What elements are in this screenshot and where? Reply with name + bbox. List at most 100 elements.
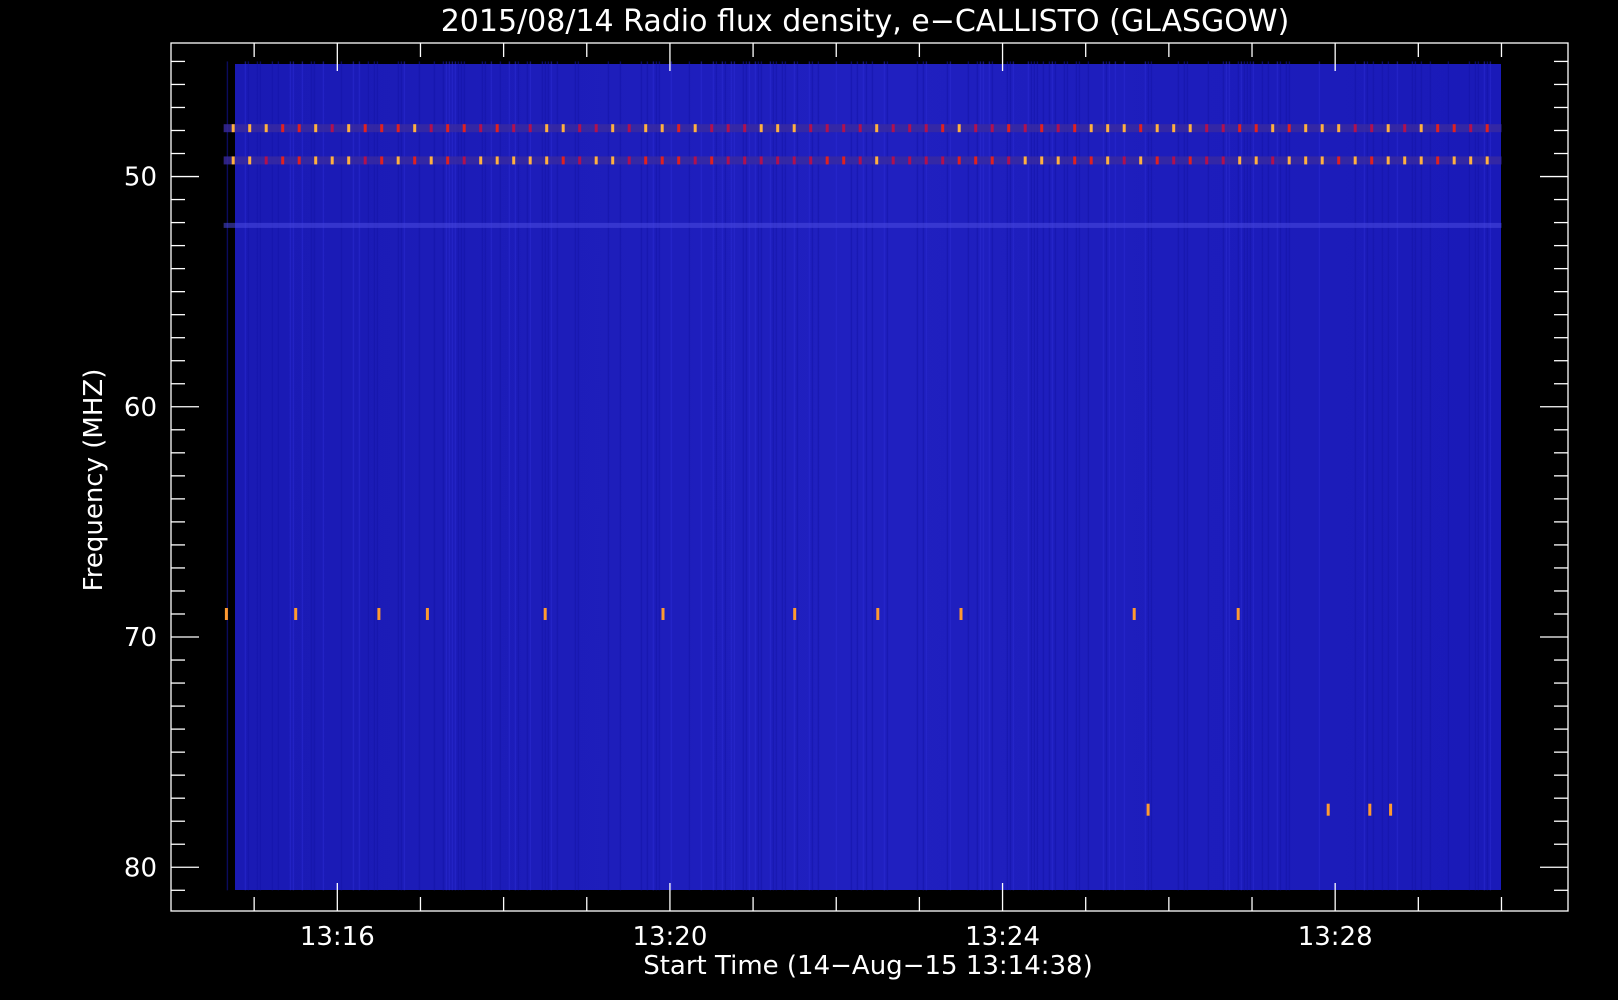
burst-mark [743, 124, 747, 133]
noise-stripe [646, 61, 649, 891]
burst-mark [1172, 124, 1176, 133]
noise-stripe [1222, 61, 1225, 891]
noise-stripe [1246, 61, 1249, 891]
noise-stripe [1396, 61, 1399, 891]
burst-mark [974, 156, 978, 165]
noise-stripe [259, 61, 262, 891]
noise-stripe [454, 61, 457, 891]
burst-mark [660, 156, 664, 165]
noise-stripe [301, 61, 304, 891]
noise-stripe [271, 61, 274, 891]
noise-stripe [544, 61, 547, 891]
noise-stripe [292, 61, 295, 891]
noise-stripe [817, 61, 820, 891]
noise-stripe [856, 61, 859, 891]
noise-stripe [1051, 61, 1054, 891]
burst-mark [1122, 156, 1126, 165]
burst-mark [858, 124, 862, 133]
burst-mark [330, 124, 334, 133]
y-tick-label: 60 [124, 393, 157, 423]
noise-stripe [982, 61, 985, 891]
noise-stripe [526, 61, 529, 891]
noise-stripe [1285, 61, 1288, 891]
burst-mark [627, 124, 631, 133]
noise-stripe [1474, 61, 1477, 891]
noise-stripe [1105, 61, 1108, 891]
burst-mark [743, 156, 747, 165]
chart-title: 2015/08/14 Radio flux density, e−CALLIST… [441, 4, 1290, 39]
burst-mark [363, 124, 367, 133]
spike-mark [1326, 803, 1330, 816]
noise-stripe [724, 61, 727, 891]
burst-mark [545, 124, 549, 133]
noise-stripe [529, 61, 532, 891]
noise-stripe [748, 61, 751, 891]
noise-stripe [949, 61, 952, 891]
noise-stripe [358, 61, 361, 891]
noise-stripe [811, 61, 814, 891]
noise-stripe [367, 61, 370, 891]
noise-stripe [652, 61, 655, 891]
noise-stripe [508, 61, 511, 891]
noise-stripe [658, 61, 661, 891]
burst-mark [380, 156, 384, 165]
burst-mark [660, 124, 664, 133]
noise-stripe [619, 61, 622, 891]
burst-mark [1221, 124, 1225, 133]
noise-stripe [1489, 61, 1492, 891]
burst-mark [248, 156, 252, 165]
burst-mark [314, 124, 318, 133]
noise-stripe [1036, 61, 1039, 891]
noise-stripe [979, 61, 982, 891]
burst-mark [231, 124, 235, 133]
y-axis-label: Frequency (MHZ) [79, 369, 109, 592]
noise-stripe [541, 61, 544, 891]
burst-mark [693, 156, 697, 165]
burst-mark [990, 124, 994, 133]
burst-mark [347, 156, 351, 165]
noise-stripe [244, 61, 247, 891]
y-tick-label: 80 [124, 853, 157, 883]
noise-stripe [481, 61, 484, 891]
spike-mark [1132, 607, 1136, 620]
noise-stripe [871, 61, 874, 891]
noise-stripe [769, 61, 772, 891]
burst-mark [314, 156, 318, 165]
burst-mark [512, 124, 516, 133]
noise-stripe [1354, 61, 1357, 891]
noise-stripe [517, 61, 520, 891]
noise-stripe [775, 61, 778, 891]
noise-stripe [1477, 61, 1480, 891]
burst-mark [396, 156, 400, 165]
noise-stripe [1030, 61, 1033, 891]
noise-stripe [397, 61, 400, 891]
burst-mark [1007, 156, 1011, 165]
noise-stripe [946, 61, 949, 891]
burst-mark [1056, 124, 1060, 133]
burst-mark [1469, 124, 1473, 133]
burst-mark [809, 156, 813, 165]
burst-mark [1023, 124, 1027, 133]
noise-stripe [1147, 61, 1150, 891]
burst-mark [264, 124, 268, 133]
noise-stripe [457, 61, 460, 891]
noise-stripe [1183, 61, 1186, 891]
noise-stripe [742, 61, 745, 891]
noise-stripe [988, 61, 991, 891]
burst-mark [1139, 156, 1143, 165]
x-tick-label: 13:20 [632, 922, 707, 952]
spike-mark [661, 607, 665, 620]
noise-stripe [1243, 61, 1246, 891]
noise-stripe [577, 61, 580, 891]
noise-stripe [313, 61, 316, 891]
burst-mark [1353, 124, 1357, 133]
burst-mark [1436, 124, 1440, 133]
noise-stripe [865, 61, 868, 891]
noise-stripe [373, 61, 376, 891]
burst-mark [1238, 124, 1242, 133]
noise-stripe [670, 61, 673, 891]
noise-stripe [1123, 61, 1126, 891]
burst-mark [858, 156, 862, 165]
noise-stripe [1363, 61, 1366, 891]
noise-stripe [1381, 61, 1384, 891]
